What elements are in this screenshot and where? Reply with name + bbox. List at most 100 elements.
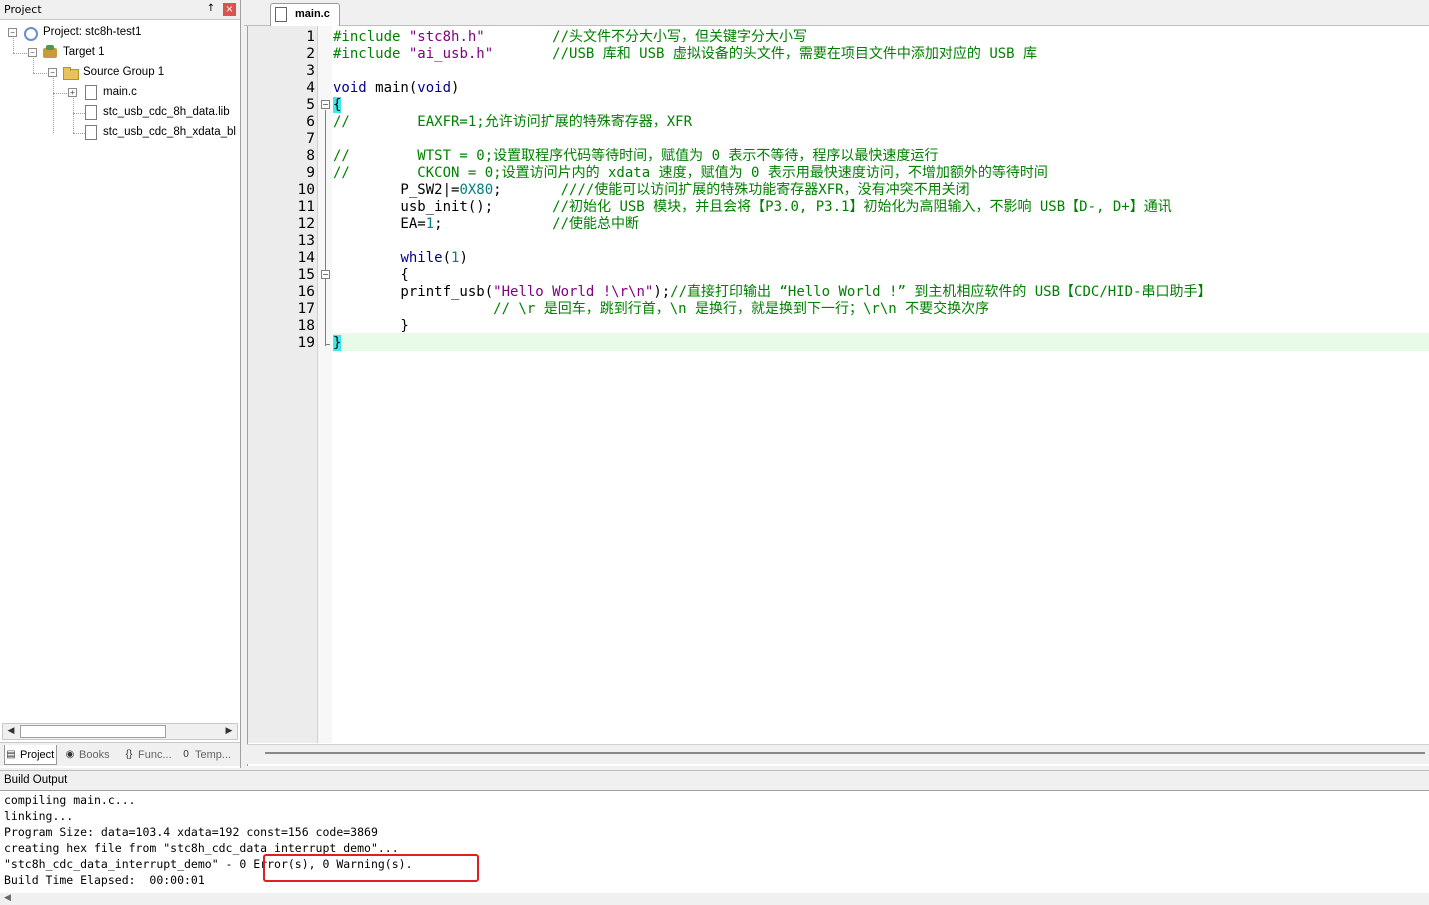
build-line: Program Size: data=103.4 xdata=192 const…	[4, 825, 378, 839]
comment-token: //USB 库和 USB 虚拟设备的头文件，需要在项目文件中添加对应的 USB …	[493, 46, 1038, 62]
current-line-highlight	[333, 333, 1429, 351]
project-panel-tabs: ▤ Project ◉ Books {} Func... 0 Temp...	[0, 742, 240, 766]
code-token: usb_init();	[333, 199, 553, 215]
tab-label: main.c	[295, 8, 330, 20]
tree-item-label: Target 1	[63, 46, 105, 58]
preprocessor-token: #include	[333, 29, 401, 45]
tree-item-file[interactable]: + main.c	[68, 82, 137, 102]
scroll-right-icon[interactable]: ▶	[221, 724, 237, 739]
build-line: compiling main.c...	[4, 793, 136, 807]
code-token: )	[459, 250, 468, 266]
tab-label: Temp...	[195, 749, 232, 761]
comment-token: //使能总中断	[552, 216, 640, 232]
scroll-left-icon[interactable]: ◀	[4, 893, 11, 903]
line-number: 16	[297, 284, 315, 300]
comment-token: //初始化 USB 模块，并且会将【P3.0, P3.1】初始化为高阻输入，不影…	[552, 199, 1172, 215]
code-line: // WTST = 0;设置取程序代码等待时间，赋值为 0 表示不等待，程序以最…	[333, 148, 939, 164]
tab-label: Books	[79, 749, 110, 761]
tab-templates[interactable]: 0 Temp...	[180, 745, 231, 765]
file-icon	[82, 84, 98, 100]
code-line: }	[333, 335, 342, 352]
code-line: // CKCON = 0;设置访问片内的 xdata 速度，赋值为 0 表示用最…	[333, 165, 1048, 181]
project-panel-title: Project	[4, 3, 42, 16]
build-output-scrollbar[interactable]: ◀	[0, 893, 1429, 905]
build-line: linking...	[4, 809, 74, 823]
line-number: 3	[306, 63, 315, 79]
books-icon: ◉	[65, 749, 75, 760]
code-token: (	[442, 250, 452, 266]
editor-horizontal-scrollbar[interactable]	[247, 744, 1429, 764]
keyword-token: void	[417, 80, 452, 96]
fold-line	[325, 110, 326, 346]
project-tree: − Project: stc8h-test1 − Target 1 − Sour…	[0, 20, 239, 723]
line-number: 8	[306, 148, 315, 164]
tree-connector	[53, 78, 54, 133]
tree-item-file[interactable]: stc_usb_cdc_8h_data.lib	[82, 102, 230, 122]
project-tab-icon: ▤	[6, 748, 16, 760]
line-number: 19	[297, 335, 315, 351]
scrollbar-track[interactable]	[265, 752, 1425, 754]
collapse-icon[interactable]: −	[8, 27, 17, 37]
project-horizontal-scrollbar[interactable]: ◀ ▶	[2, 723, 238, 740]
code-line: usb_init(); //初始化 USB 模块，并且会将【P3.0, P3.1…	[333, 199, 1172, 216]
number-token: 0X80	[459, 182, 494, 198]
tab-functions[interactable]: {} Func...	[123, 745, 172, 765]
keyword-token: void	[333, 80, 367, 96]
line-number: 7	[306, 131, 315, 147]
fold-collapse-icon[interactable]: −	[321, 270, 330, 279]
number-token: 1	[425, 216, 435, 232]
target-icon	[42, 44, 58, 60]
tab-main-c[interactable]: main.c	[270, 3, 582, 27]
project-panel: Project ↑ × − Project: stc8h-test1 − Tar…	[0, 0, 241, 768]
build-output-panel[interactable]: compiling main.c... linking... Program S…	[0, 790, 1429, 905]
tree-item-label: Source Group 1	[83, 66, 165, 78]
code-line: #include "stc8h.h" //头文件不分大小写，但关键字分大小写	[333, 29, 807, 46]
code-token: main(	[366, 80, 418, 96]
fold-collapse-icon[interactable]: −	[321, 100, 330, 109]
preprocessor-token: #include	[333, 46, 401, 62]
tree-item-target[interactable]: − Target 1	[28, 42, 105, 62]
line-number: 15	[297, 267, 315, 283]
expand-icon[interactable]: +	[68, 87, 77, 97]
code-line: {	[333, 267, 409, 283]
pin-icon[interactable]: ↑	[205, 3, 217, 15]
folder-icon	[62, 64, 79, 80]
scroll-left-icon[interactable]: ◀	[3, 724, 19, 739]
tree-item-source-group[interactable]: − Source Group 1	[48, 62, 164, 82]
line-number: 2	[306, 46, 315, 62]
tree-item-label: Project: stc8h-test1	[43, 26, 142, 38]
code-line: // EAXFR=1;允许访问扩展的特殊寄存器，XFR	[333, 114, 693, 130]
template-icon: 0	[183, 749, 189, 760]
tab-books[interactable]: ◉ Books	[64, 745, 110, 765]
line-number: 13	[297, 233, 315, 249]
scrollbar-thumb[interactable]	[20, 725, 166, 738]
tree-item-file[interactable]: stc_usb_cdc_8h_xdata_bl	[82, 122, 236, 142]
line-number: 4	[306, 80, 315, 96]
code-token: )	[451, 80, 460, 96]
code-token: ;	[434, 216, 553, 232]
tree-connector	[73, 98, 74, 133]
code-editor[interactable]: 1 2 3 4 5 6 7 8 9 10 11 12 13 14 15 16 1…	[247, 26, 1429, 766]
tree-item-project[interactable]: − Project: stc8h-test1	[8, 22, 141, 42]
build-output-title: Build Output	[4, 774, 68, 786]
code-line: {	[333, 97, 342, 114]
braces-icon: {}	[125, 749, 133, 760]
tab-project[interactable]: ▤ Project	[4, 745, 58, 765]
close-icon[interactable]: ×	[223, 3, 236, 16]
line-number: 18	[297, 318, 315, 334]
tab-label: Func...	[138, 749, 172, 761]
line-number: 6	[306, 114, 315, 130]
code-line: printf_usb("Hello World !\r\n");//直接打印输出…	[333, 284, 1211, 301]
code-token: );	[653, 284, 671, 300]
line-number: 10	[297, 182, 315, 198]
string-token: "ai_usb.h"	[408, 46, 494, 62]
line-number: 17	[297, 301, 315, 317]
code-token: printf_usb(	[333, 284, 494, 300]
editor-tab-bar: main.c	[244, 0, 1429, 26]
code-line: #include "ai_usb.h" //USB 库和 USB 虚拟设备的头文…	[333, 46, 1037, 63]
code-line: // \r 是回车，跳到行首，\n 是换行，就是换到下一行；\r\n 不要交换次…	[333, 301, 990, 317]
code-token: ;	[493, 182, 561, 198]
collapse-icon[interactable]: −	[48, 67, 57, 77]
collapse-icon[interactable]: −	[28, 47, 37, 57]
